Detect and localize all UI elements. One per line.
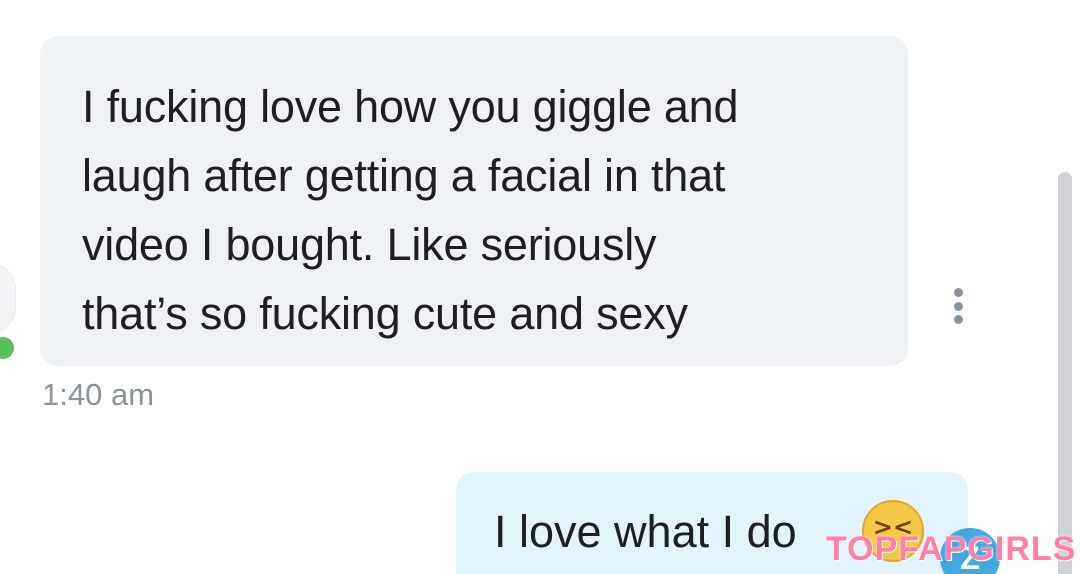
message-line: that’s so fucking cute and sexy [82, 288, 688, 339]
more-vertical-icon [953, 288, 963, 297]
more-vertical-icon-dot [953, 301, 963, 311]
more-options-button[interactable] [946, 284, 970, 328]
avatar[interactable] [0, 262, 16, 334]
more-vertical-icon-dot [953, 315, 963, 324]
incoming-message-bubble[interactable]: I fucking love how you giggle and laugh … [40, 36, 908, 366]
watermark: TOPFAPGIRLS [826, 530, 1077, 568]
online-status-icon [0, 337, 14, 359]
message-line: laugh after getting a facial in that [82, 150, 726, 201]
chat-view: I fucking love how you giggle and laugh … [0, 0, 1080, 574]
incoming-message-text: I fucking love how you giggle and laugh … [82, 72, 866, 348]
scrollbar[interactable] [1058, 172, 1072, 574]
message-timestamp: 1:40 am [42, 377, 155, 412]
message-line: I fucking love how you giggle and [82, 81, 739, 132]
message-line: video I bought. Like seriously [82, 219, 657, 270]
